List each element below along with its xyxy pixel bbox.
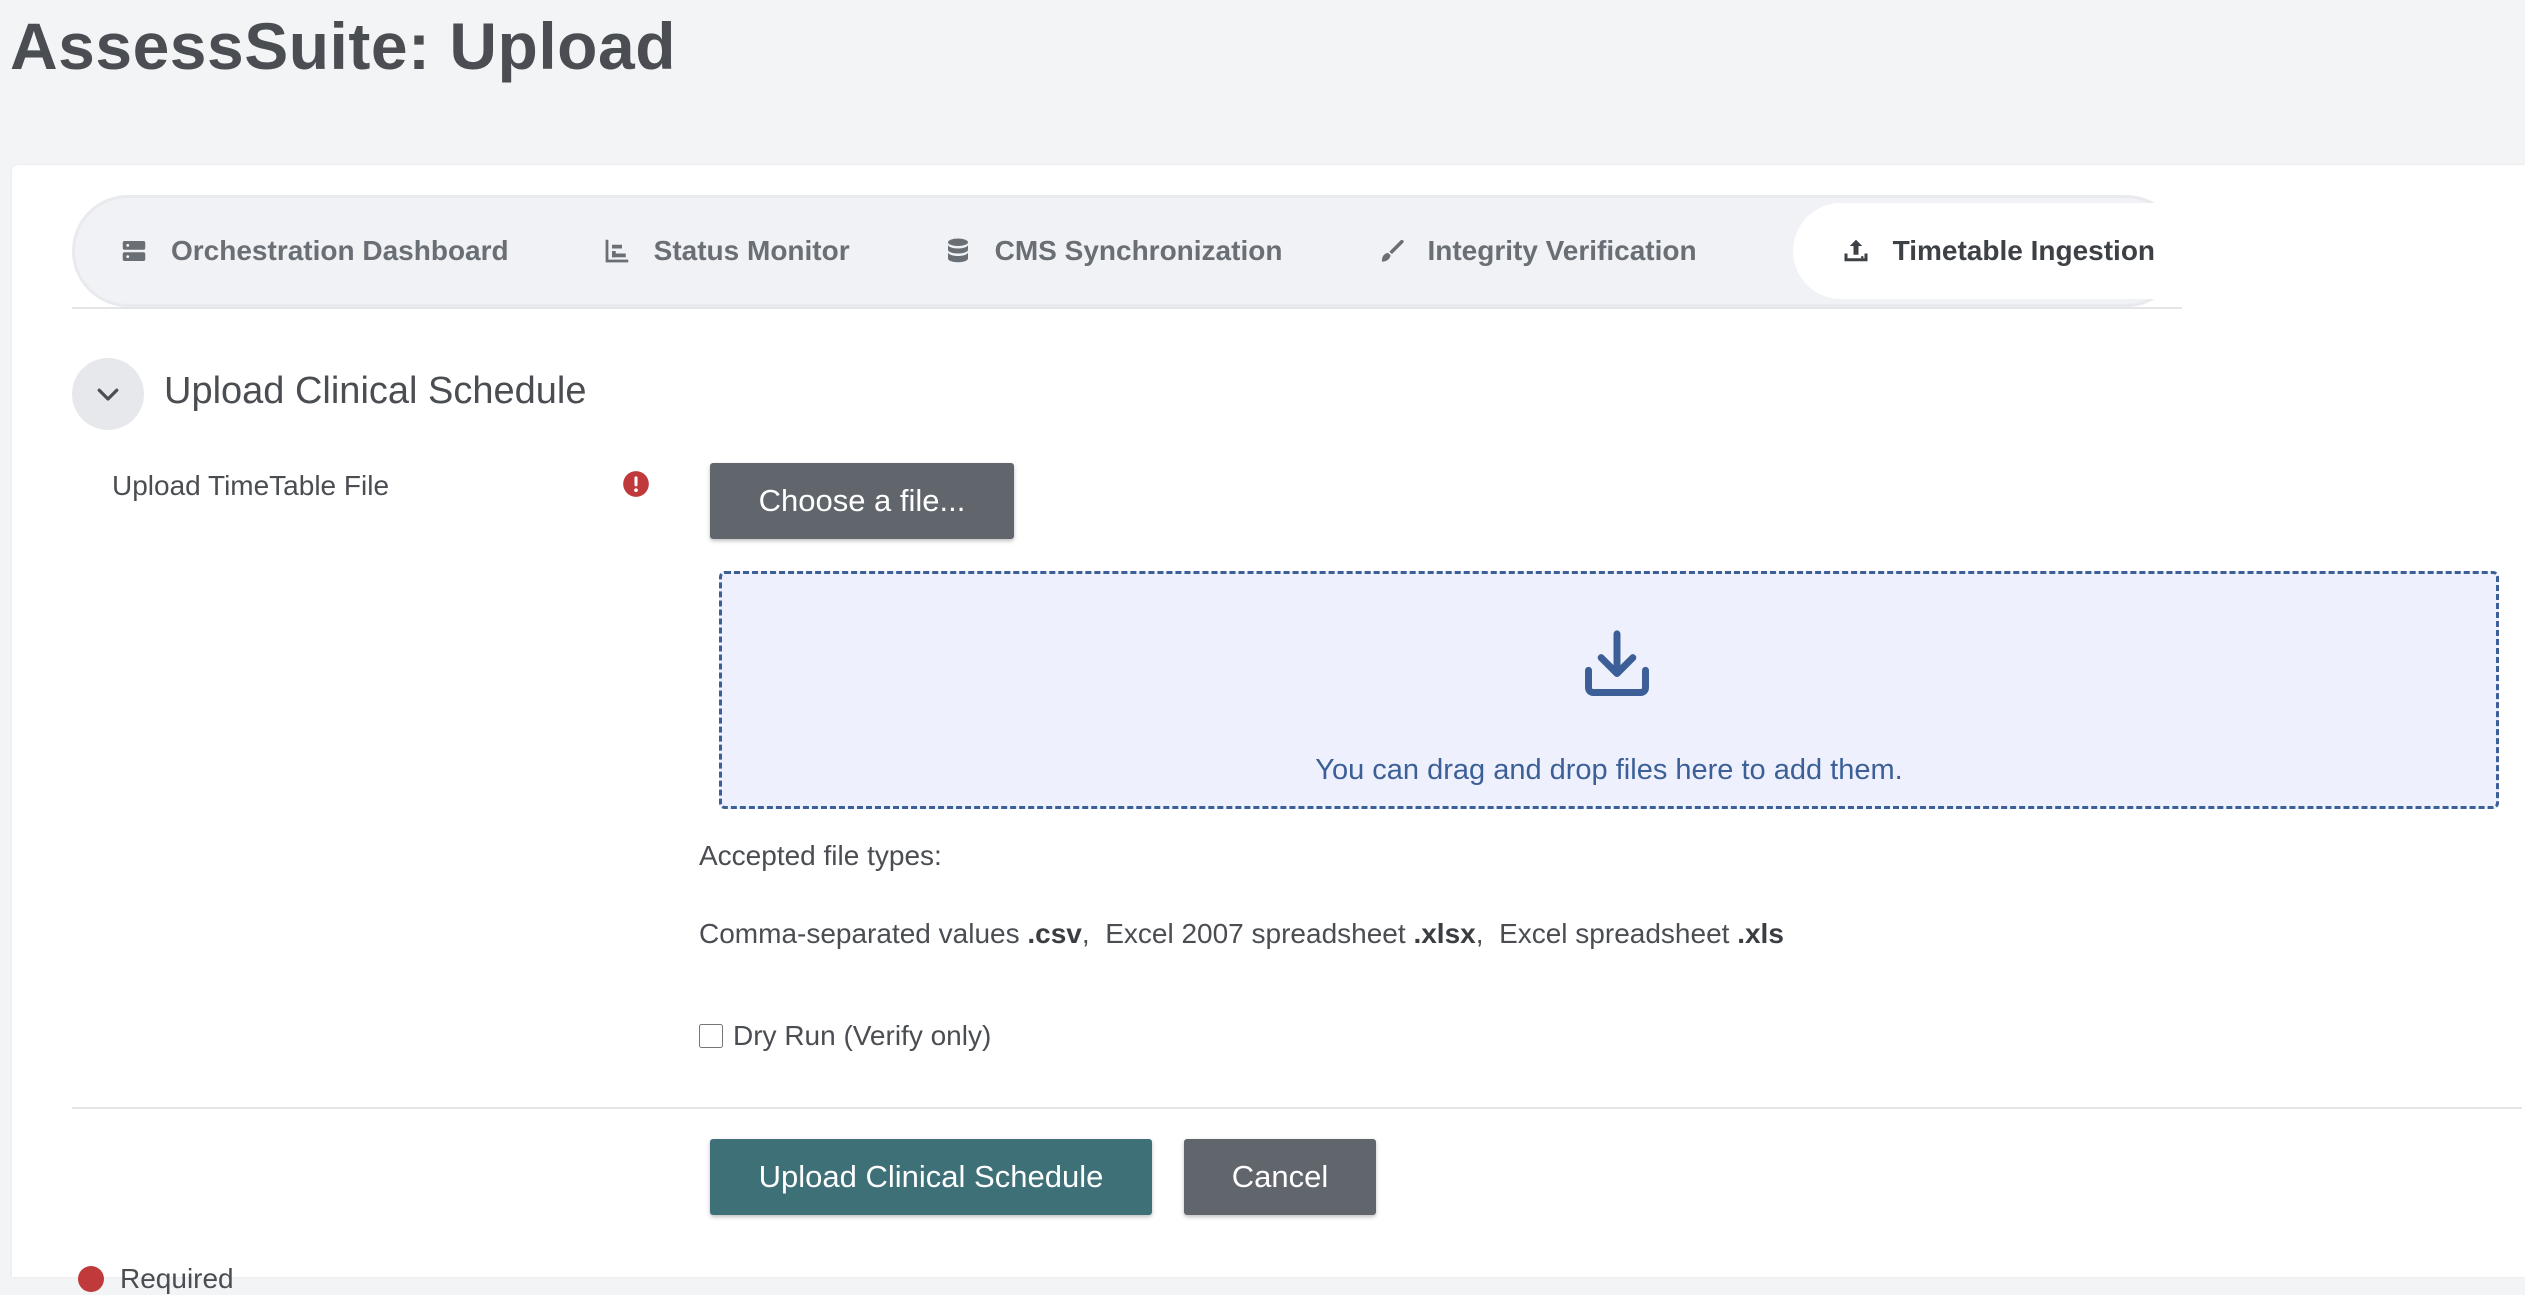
- dropzone-hint: You can drag and drop files here to add …: [1315, 754, 1903, 786]
- accepted-type-name: Excel spreadsheet: [1499, 918, 1730, 949]
- section-title: Upload Clinical Schedule: [164, 370, 587, 412]
- accepted-type-name: Excel 2007 spreadsheet: [1105, 918, 1406, 949]
- exclamation-circle-icon: [623, 471, 649, 497]
- upload-field-label: Upload TimeTable File: [112, 470, 390, 501]
- section-collapse-toggle[interactable]: [72, 358, 144, 430]
- tab-bar-divider: [72, 307, 2182, 309]
- accepted-types-list: Comma-separated values .csv, Excel 2007 …: [699, 918, 1784, 949]
- file-dropzone[interactable]: You can drag and drop files here to add …: [719, 571, 2499, 809]
- tab-label: Status Monitor: [653, 235, 850, 266]
- tab-label: Integrity Verification: [1427, 235, 1697, 266]
- tab-cms-synchronization[interactable]: CMS Synchronization: [943, 203, 1331, 299]
- accepted-types-label: Accepted file types:: [699, 840, 942, 871]
- required-legend: Required: [78, 1263, 234, 1295]
- tab-label: Timetable Ingestion: [1892, 235, 2156, 266]
- dry-run-checkbox[interactable]: [699, 1024, 723, 1048]
- server-icon: [119, 236, 149, 266]
- accepted-type-ext: .xls: [1737, 918, 1784, 949]
- accepted-type-ext: .xlsx: [1413, 918, 1476, 949]
- chevron-down-icon: [97, 388, 119, 401]
- tab-bar: Orchestration Dashboard Status Monitor C…: [72, 195, 2204, 307]
- download-icon: [1585, 630, 1649, 696]
- dry-run-option: Dry Run (Verify only): [699, 1020, 991, 1052]
- tab-integrity-verification[interactable]: Integrity Verification: [1375, 203, 1744, 299]
- upload-schedule-button[interactable]: Upload Clinical Schedule: [710, 1139, 1152, 1215]
- tab-orchestration-dashboard[interactable]: Orchestration Dashboard: [119, 203, 557, 299]
- page-title: AssessSuite: Upload: [10, 9, 677, 83]
- tab-label: Orchestration Dashboard: [171, 235, 509, 266]
- accepted-type-name: Comma-separated values: [699, 918, 1020, 949]
- tab-timetable-ingestion[interactable]: Timetable Ingestion: [1792, 203, 2204, 299]
- upload-icon: [1841, 236, 1871, 266]
- dry-run-label: Dry Run (Verify only): [733, 1020, 992, 1051]
- upload-panel: Orchestration Dashboard Status Monitor C…: [12, 165, 2525, 1294]
- form-divider: [72, 1107, 2522, 1109]
- required-legend-label: Required: [120, 1263, 234, 1294]
- database-icon: [943, 236, 973, 266]
- bar-chart-icon: [602, 236, 632, 266]
- tab-label: CMS Synchronization: [994, 235, 1283, 266]
- choose-file-button[interactable]: Choose a file...: [710, 463, 1014, 539]
- accepted-type-ext: .csv: [1027, 918, 1082, 949]
- cancel-button[interactable]: Cancel: [1184, 1139, 1376, 1215]
- required-dot-icon: [78, 1266, 104, 1292]
- brush-icon: [1375, 236, 1405, 266]
- tab-status-monitor[interactable]: Status Monitor: [602, 203, 898, 299]
